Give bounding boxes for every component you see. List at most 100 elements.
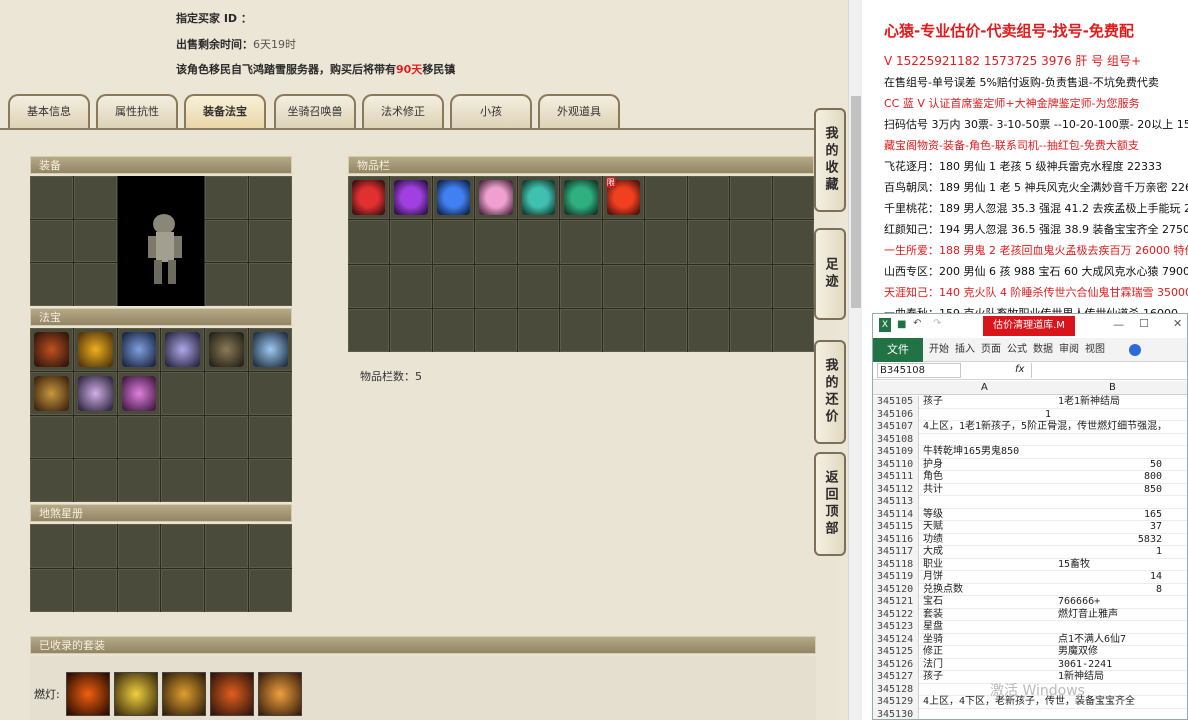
row-number[interactable]: 345129: [873, 696, 919, 709]
table-row[interactable]: 345120 兑换点数 8: [873, 583, 1187, 596]
inventory-slot[interactable]: [772, 176, 814, 220]
fabao-slot[interactable]: [30, 415, 73, 459]
fabao-slot[interactable]: [205, 415, 249, 459]
row-number[interactable]: 345117: [873, 546, 919, 559]
inventory-slot[interactable]: [602, 220, 645, 264]
inventory-slot[interactable]: [645, 176, 687, 220]
help-icon[interactable]: [1129, 344, 1141, 356]
column-a-header[interactable]: A: [981, 382, 988, 393]
cell-a[interactable]: 牛转乾坤165男鬼850: [921, 446, 1054, 459]
inventory-slot[interactable]: [687, 264, 730, 308]
dishan-slot[interactable]: [249, 524, 292, 568]
fabao-slot[interactable]: [117, 371, 161, 415]
dishan-slot[interactable]: [30, 524, 73, 568]
dishan-slot[interactable]: [30, 568, 73, 612]
row-number[interactable]: 345127: [873, 671, 919, 684]
cell-b[interactable]: 1: [1043, 409, 1153, 422]
file-tab[interactable]: 文件: [873, 338, 923, 362]
cell-b[interactable]: 14: [1056, 571, 1166, 584]
row-number[interactable]: 345121: [873, 596, 919, 609]
inventory-slot[interactable]: [475, 308, 517, 352]
inventory-slot[interactable]: [390, 176, 432, 220]
table-row[interactable]: 345111 角色 800: [873, 471, 1187, 484]
table-row[interactable]: 345122 套装 燃灯音止雅声: [873, 608, 1187, 622]
table-row[interactable]: 345125 修正 男魔双修: [873, 646, 1187, 659]
row-number[interactable]: 345130: [873, 708, 919, 719]
tab-equipment[interactable]: 装备法宝: [184, 94, 266, 130]
fabao-slot[interactable]: [205, 328, 249, 371]
counteroffer-button[interactable]: 我的还价: [814, 340, 846, 444]
inventory-slot[interactable]: [348, 220, 390, 264]
fabao-slot[interactable]: [205, 371, 249, 415]
table-row[interactable]: 345109 牛转乾坤165男鬼850: [873, 446, 1187, 459]
equip-slot[interactable]: [205, 263, 249, 306]
cell-b[interactable]: 男魔双修: [1056, 646, 1166, 659]
inventory-slot[interactable]: [348, 264, 390, 308]
cell-a[interactable]: 套装: [921, 609, 1054, 622]
row-number[interactable]: 345107: [873, 421, 919, 434]
fx-icon[interactable]: fx: [1015, 364, 1024, 375]
inventory-slot[interactable]: [645, 264, 687, 308]
fabao-slot[interactable]: [249, 371, 292, 415]
dishan-slot[interactable]: [205, 568, 249, 612]
cell-a[interactable]: 修正: [921, 646, 1054, 659]
fabao-slot[interactable]: [161, 459, 205, 502]
favorite-button[interactable]: 我的收藏: [814, 108, 846, 212]
tab-mounts[interactable]: 坐骑召唤兽: [274, 94, 356, 128]
fabao-slot[interactable]: [30, 459, 73, 502]
fabao-slot[interactable]: [161, 371, 205, 415]
cell-a[interactable]: 共计: [921, 484, 1054, 497]
table-row[interactable]: 345107 4上区，1老1新孩子，5阶正骨混，传世燃灯细节强混，: [873, 421, 1187, 434]
inventory-slot[interactable]: [645, 220, 687, 264]
page-scrollbar[interactable]: [848, 0, 862, 720]
inventory-slot[interactable]: [772, 264, 814, 308]
cell-b[interactable]: 5832: [1056, 534, 1166, 547]
row-number[interactable]: 345106: [873, 408, 919, 421]
inventory-slot[interactable]: [475, 220, 517, 264]
equip-slot[interactable]: [73, 263, 117, 306]
row-number[interactable]: 345126: [873, 658, 919, 671]
inventory-slot[interactable]: [730, 264, 772, 308]
inventory-slot[interactable]: [475, 176, 517, 220]
cell-a[interactable]: 月饼: [921, 571, 1054, 584]
row-number[interactable]: 345113: [873, 496, 919, 509]
cell-b[interactable]: 3061-2241: [1056, 659, 1166, 672]
cell-b[interactable]: 165: [1056, 509, 1166, 522]
table-row[interactable]: 345118 职业 15畜牧: [873, 558, 1187, 571]
dishan-slot[interactable]: [73, 568, 117, 612]
scrollbar-thumb[interactable]: [851, 96, 861, 308]
table-row[interactable]: 345112 共计 850: [873, 483, 1187, 497]
fabao-slot[interactable]: [73, 328, 117, 371]
dishan-slot[interactable]: [73, 524, 117, 568]
tab-basic[interactable]: 基本信息: [8, 94, 90, 128]
inventory-slot[interactable]: [517, 308, 560, 352]
cell-b[interactable]: 37: [1056, 521, 1166, 534]
table-row[interactable]: 345110 护身 50: [873, 458, 1187, 472]
back-to-top-button[interactable]: 返回顶部: [814, 452, 846, 556]
equip-slot[interactable]: [30, 176, 73, 219]
cell-a[interactable]: 护身: [921, 459, 1054, 472]
name-box[interactable]: B345108: [877, 363, 961, 378]
cell-a[interactable]: 宝石: [921, 596, 1054, 609]
maximize-icon[interactable]: ☐: [1139, 317, 1149, 330]
fabao-slot[interactable]: [249, 328, 292, 371]
undo-icon[interactable]: ↶: [913, 318, 921, 329]
table-row[interactable]: 345124 坐骑 点1不满人6仙7: [873, 633, 1187, 646]
cell-a[interactable]: 功绩: [921, 534, 1054, 547]
inventory-slot[interactable]: [772, 308, 814, 352]
row-number[interactable]: 345112: [873, 483, 919, 496]
ribbon-tab-layout[interactable]: 页面: [981, 338, 1001, 362]
ribbon-tab-insert[interactable]: 插入: [955, 338, 975, 362]
shield-icon[interactable]: [210, 672, 254, 716]
fabao-slot[interactable]: [205, 459, 249, 502]
table-row[interactable]: 345114 等级 165: [873, 508, 1187, 522]
equip-slot[interactable]: [30, 263, 73, 306]
table-row[interactable]: 345106 1: [873, 408, 1187, 422]
table-row[interactable]: 345123 星盘: [873, 621, 1187, 634]
inventory-slot[interactable]: [348, 308, 390, 352]
cell-b[interactable]: 1: [1056, 546, 1166, 559]
table-row[interactable]: 345108: [873, 433, 1187, 446]
outfit-icon[interactable]: [66, 672, 110, 716]
row-number[interactable]: 345115: [873, 521, 919, 534]
inventory-slot[interactable]: [645, 308, 687, 352]
